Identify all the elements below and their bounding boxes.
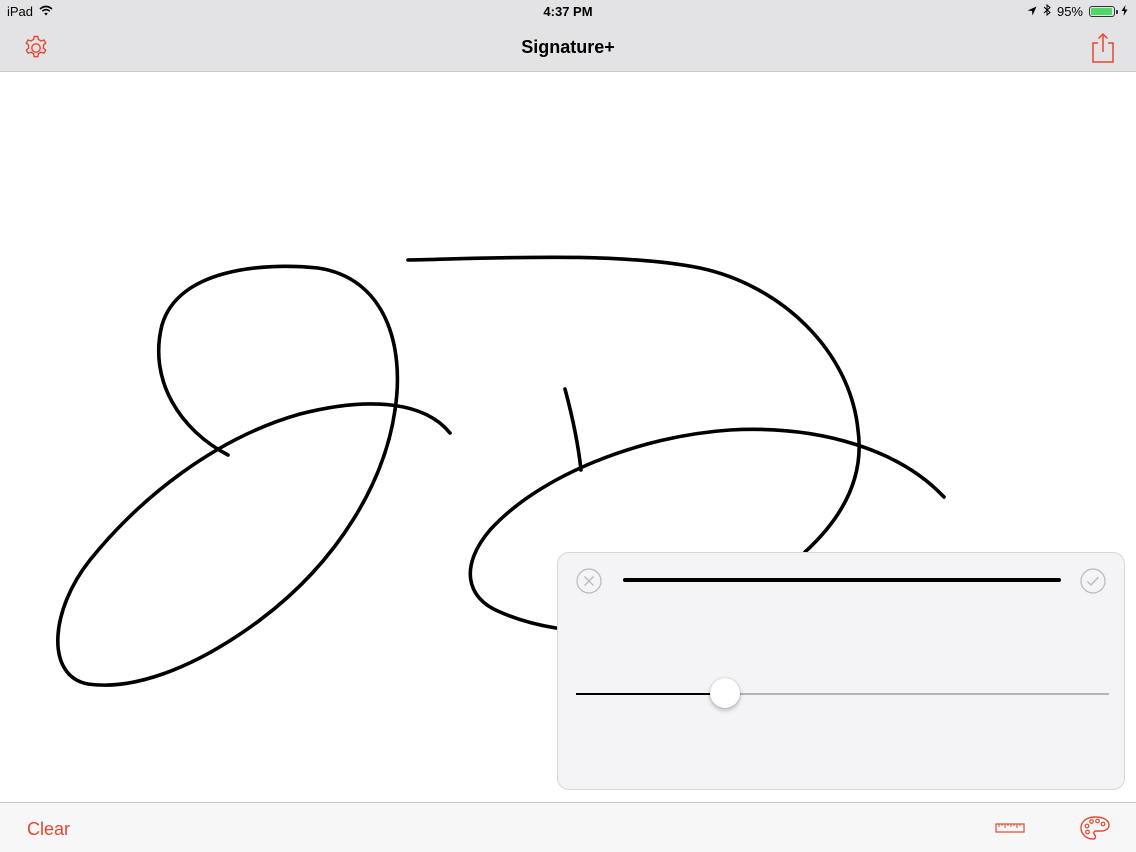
- cancel-button[interactable]: [576, 568, 602, 594]
- color-palette-button[interactable]: [1078, 813, 1112, 843]
- page-title: Signature+: [521, 37, 615, 57]
- bottom-toolbar: Clear: [0, 802, 1136, 852]
- battery-tip: [1116, 10, 1118, 14]
- signature-stroke: [56, 402, 452, 687]
- status-bar: iPad 4:37 PM 95%: [0, 0, 1136, 24]
- share-icon: [1092, 32, 1114, 63]
- stroke-width-slider[interactable]: [576, 678, 1109, 708]
- charging-icon: [1121, 4, 1128, 19]
- checkmark-circle-icon: [1080, 568, 1106, 594]
- bluetooth-icon: [1043, 3, 1051, 19]
- ruler-icon: [995, 823, 1025, 833]
- signature-stroke: [563, 387, 583, 472]
- stroke-preview: [623, 578, 1061, 582]
- status-right: 95%: [1027, 3, 1128, 19]
- battery-fill: [1091, 8, 1112, 15]
- status-time: 4:37 PM: [543, 4, 593, 19]
- stroke-width-popover: [557, 552, 1125, 790]
- share-button[interactable]: [1085, 30, 1121, 66]
- close-circle-icon: [576, 568, 602, 594]
- app-window: iPad 4:37 PM 95% Signature+ Clear: [0, 0, 1136, 852]
- battery-percent: 95%: [1056, 4, 1083, 19]
- battery-icon: [1089, 6, 1118, 17]
- clear-button[interactable]: Clear: [27, 819, 70, 840]
- signature-stroke: [406, 255, 861, 554]
- palette-icon: [1080, 816, 1110, 840]
- slider-thumb[interactable]: [710, 678, 741, 708]
- ruler-button[interactable]: [993, 813, 1027, 843]
- location-icon: [1027, 4, 1037, 19]
- navigation-bar: Signature+: [0, 24, 1136, 72]
- confirm-button[interactable]: [1080, 568, 1106, 594]
- slider-fill: [576, 693, 726, 695]
- signature-stroke: [156, 264, 400, 457]
